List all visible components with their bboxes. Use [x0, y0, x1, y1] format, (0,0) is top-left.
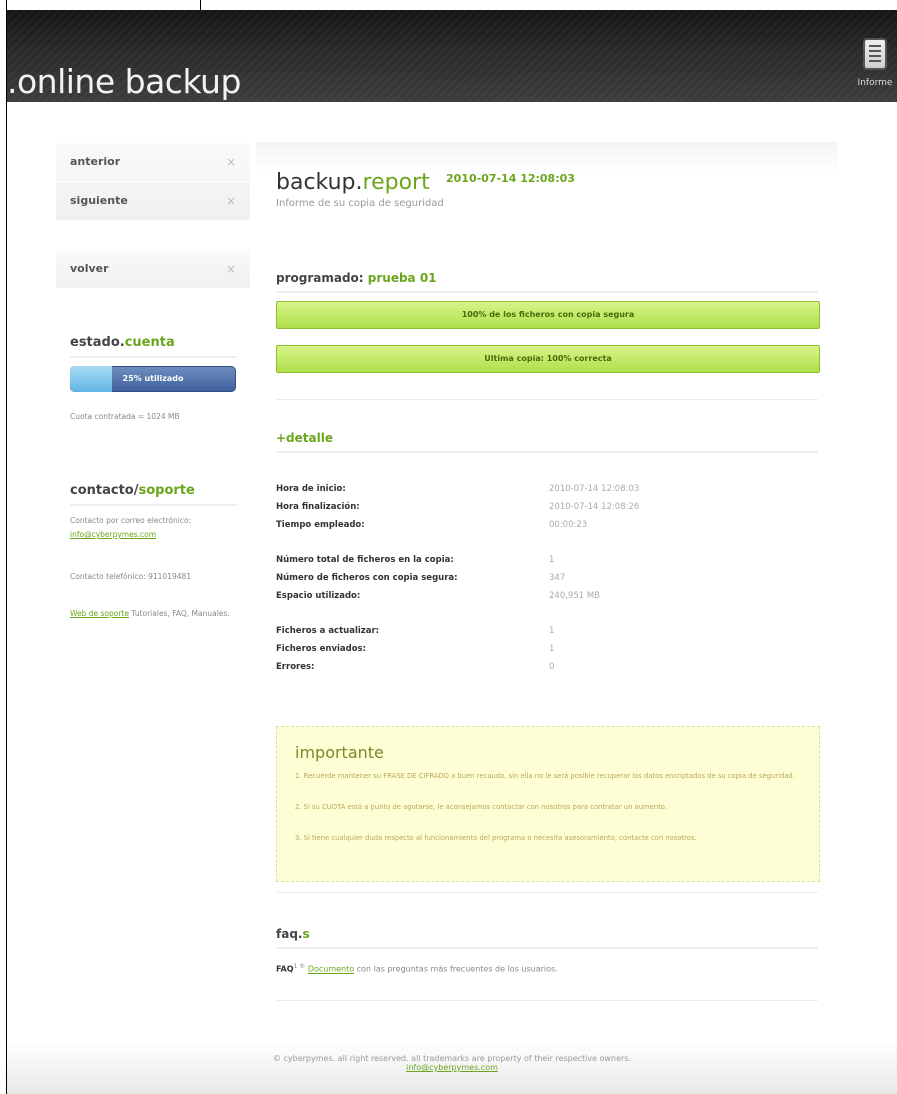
- footer-copyright: © cyberpymes. all right reserved. all tr…: [272, 1054, 632, 1063]
- important-title: importante: [295, 743, 384, 762]
- contact-email-link[interactable]: info@cyberpymes.com: [70, 530, 156, 539]
- detail-row: Espacio utilizado: 240,951 MB: [276, 591, 601, 601]
- close-icon[interactable]: ×: [226, 250, 236, 288]
- important-item: 1. Recuerde mantener su FRASE DE CIFRADO…: [295, 772, 795, 780]
- detail-group-files: Número total de ficheros en la copia: 1 N…: [276, 555, 818, 609]
- close-icon[interactable]: ×: [226, 143, 236, 181]
- sidebar-item-siguiente[interactable]: siguiente ×: [56, 181, 250, 220]
- footer: © cyberpymes. all right reserved. all tr…: [7, 1042, 897, 1094]
- detail-row: Errores: 0: [276, 662, 555, 672]
- sidebar-nav: anterior × siguiente ×: [56, 143, 250, 220]
- divider: [276, 892, 818, 893]
- account-section: estado.cuenta: [70, 335, 237, 358]
- contact-email-block: Contacto por correo electrónico: info@cy…: [70, 514, 237, 542]
- sidebar-item-anterior[interactable]: anterior ×: [56, 143, 250, 181]
- brand-title: .online backup: [7, 62, 241, 101]
- detail-heading[interactable]: +detalle: [276, 431, 818, 453]
- important-item: 3. Si tiene cualquier duda respecto al f…: [295, 834, 697, 842]
- detail-row: Hora de inicio: 2010-07-14 12:08:03: [276, 484, 640, 494]
- quota-text: Cuota contratada = 1024 MB: [70, 412, 180, 421]
- quota-progress-label: 25% utilizado: [122, 374, 184, 383]
- contact-title: contacto/soporte: [70, 483, 237, 506]
- detail-row: Tiempo empleado: 00:00:23: [276, 520, 588, 530]
- header-bar: .online backup Informe: [7, 10, 897, 102]
- detail-row: Hora finalización: 2010-07-14 12:08:26: [276, 502, 640, 512]
- document-icon: [863, 38, 887, 70]
- detail-group-times: Hora de inicio: 2010-07-14 12:08:03 Hora …: [276, 484, 818, 538]
- detail-row: Ficheros a actualizar: 1: [276, 626, 555, 636]
- faq-document-link[interactable]: Documento: [308, 965, 354, 974]
- contact-phone: Contacto telefónico: 911019481: [70, 572, 192, 581]
- divider: [276, 399, 818, 400]
- detail-row: Número de ficheros con copia segura: 347: [276, 573, 566, 583]
- divider: [276, 1000, 818, 1001]
- status-bar-files: 100% de los ficheros con copia segura: [276, 301, 820, 329]
- sidebar-item-label: volver: [70, 262, 109, 275]
- close-icon[interactable]: ×: [226, 182, 236, 220]
- page-title: backup.report 2010-07-14 12:08:03: [276, 170, 575, 195]
- contact-email-label: Contacto por correo electrónico:: [70, 516, 192, 525]
- account-title: estado.cuenta: [70, 335, 237, 358]
- faq-line: FAQ1 ® Documento con las preguntas más f…: [276, 963, 558, 974]
- window-border: [6, 0, 7, 1094]
- sidebar-item-volver[interactable]: volver ×: [56, 250, 250, 288]
- faq-heading: faq.s: [276, 927, 818, 949]
- scheduled-heading: programado: prueba 01: [276, 271, 818, 293]
- detail-row: Número total de ficheros en la copia: 1: [276, 555, 555, 565]
- detail-row: Ficheros enviados: 1: [276, 644, 555, 654]
- important-notice: importante 1. Recuerde mantener su FRASE…: [276, 726, 820, 882]
- quota-progress-bar: 25% utilizado: [70, 366, 236, 392]
- page-subtitle: Informe de su copia de seguridad: [276, 198, 444, 209]
- contact-section: contacto/soporte: [70, 483, 237, 506]
- status-bar-last-copy: Ultima copia: 100% correcta: [276, 345, 820, 373]
- sidebar-item-label: anterior: [70, 155, 121, 168]
- support-web-block: Web de soporte Tutoriales, FAQ, Manuales…: [70, 607, 237, 621]
- main-panel: backup.report 2010-07-14 12:08:03 Inform…: [256, 142, 838, 1032]
- sidebar-item-label: siguiente: [70, 194, 128, 207]
- support-web-text: Tutoriales, FAQ, Manuales.: [131, 609, 230, 618]
- important-item: 2. Si su CUOTA está a punto de agotarse,…: [295, 803, 667, 811]
- support-web-link[interactable]: Web de soporte: [70, 609, 129, 618]
- report-button-label: Informe: [857, 78, 893, 88]
- report-date: 2010-07-14 12:08:03: [446, 172, 575, 185]
- footer-email-link[interactable]: info@cyberpymes.com: [406, 1063, 498, 1072]
- detail-group-transfer: Ficheros a actualizar: 1 Ficheros enviado…: [276, 626, 818, 680]
- report-button[interactable]: Informe: [855, 38, 895, 102]
- sidebar-nav-back: volver ×: [56, 250, 250, 288]
